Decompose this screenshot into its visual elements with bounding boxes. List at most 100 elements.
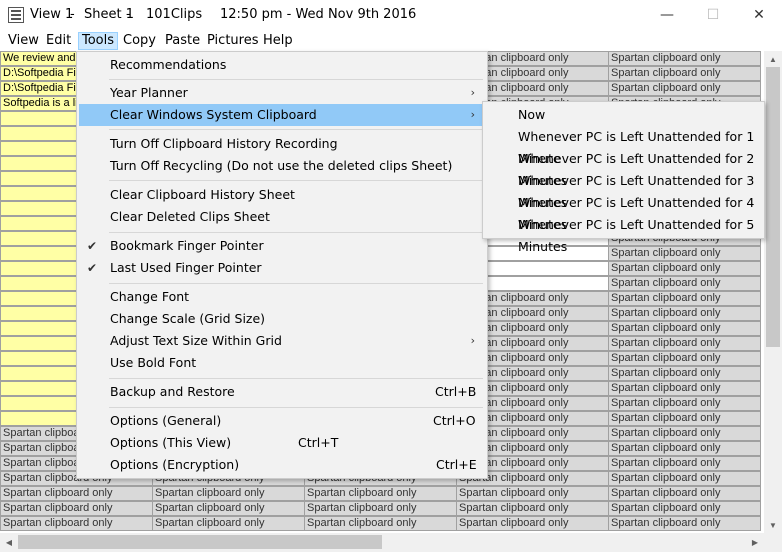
submenu-item-4-minutes[interactable]: Whenever PC is Left Unattended for 4 Min… (485, 192, 763, 232)
minimize-button[interactable]: — (644, 0, 690, 30)
menu-pictures[interactable]: Pictures (207, 32, 258, 50)
menu-view[interactable]: View (8, 32, 39, 50)
grid-cell[interactable]: Spartan clipboard only (608, 441, 761, 456)
menu-item-label: Last Used Finger Pointer (110, 260, 262, 275)
scroll-up-icon[interactable]: ▲ (765, 51, 781, 67)
grid-cell[interactable]: Spartan clipboard only (304, 501, 457, 516)
grid-cell[interactable]: Spartan clipboard only (608, 306, 761, 321)
submenu-item-3-minutes[interactable]: Whenever PC is Left Unattended for 3 Min… (485, 170, 763, 210)
grid-cell[interactable]: Spartan clipboard only (608, 291, 761, 306)
scroll-down-icon[interactable]: ▼ (765, 517, 781, 533)
grid-cell[interactable]: Spartan clipboard only (608, 381, 761, 396)
menu-item-bookmark-pointer[interactable]: ✔ Bookmark Finger Pointer (79, 235, 485, 257)
checkmark-icon: ✔ (87, 261, 98, 275)
menu-separator (109, 129, 483, 130)
grid-cell[interactable]: Spartan clipboard only (608, 336, 761, 351)
app-icon[interactable] (8, 7, 24, 23)
grid-cell[interactable]: Spartan clipboard only (608, 486, 761, 501)
menu-tools[interactable]: Tools (78, 32, 119, 50)
scroll-right-icon[interactable]: ▶ (747, 534, 763, 550)
menu-item-recommendations[interactable]: Recommendations (79, 54, 485, 76)
checkmark-icon: ✔ (87, 239, 98, 253)
app-name: 101Clips (146, 7, 203, 22)
grid-cell[interactable]: Spartan clipboard only (608, 276, 761, 291)
vertical-scrollbar[interactable]: ▲ ▼ (764, 51, 782, 533)
grid-cell[interactable]: Spartan clipboard only (608, 456, 761, 471)
menu-item-last-used-pointer[interactable]: ✔ Last Used Finger Pointer (79, 257, 485, 279)
shortcut-label: Ctrl+B (435, 384, 477, 399)
grid-cell[interactable]: Spartan clipboard only (608, 396, 761, 411)
menu-item-clear-clipboard[interactable]: Clear Windows System Clipboard › (79, 104, 485, 126)
grid-cell[interactable]: Spartan clipboard only (456, 516, 609, 531)
menu-item-clear-deleted-sheet[interactable]: Clear Deleted Clips Sheet (79, 206, 485, 228)
grid-cell[interactable]: Spartan clipboard only (152, 501, 305, 516)
menu-item-bold-font[interactable]: Use Bold Font (79, 352, 485, 374)
scroll-left-icon[interactable]: ◀ (1, 534, 17, 550)
menu-paste[interactable]: Paste (165, 32, 200, 50)
grid-cell[interactable]: Spartan clipboard only (608, 501, 761, 516)
grid-cell[interactable]: Spartan clipboard only (608, 246, 761, 261)
menu-separator (109, 232, 483, 233)
menu-item-adjust-text[interactable]: Adjust Text Size Within Grid › (79, 330, 485, 352)
grid-cell[interactable]: Spartan clipboard only (608, 81, 761, 96)
grid-cell[interactable]: Spartan clipboard only (304, 516, 457, 531)
menu-item-clear-history-sheet[interactable]: Clear Clipboard History Sheet (79, 184, 485, 206)
menu-item-label: Use Bold Font (110, 355, 197, 370)
menu-item-turn-off-history[interactable]: Turn Off Clipboard History Recording (79, 133, 485, 155)
submenu-item-1-minute[interactable]: Whenever PC is Left Unattended for 1 Min… (485, 126, 763, 166)
menu-separator (109, 407, 483, 408)
grid-cell[interactable]: Spartan clipboard only (608, 366, 761, 381)
maximize-button[interactable]: ☐ (690, 0, 736, 30)
menu-item-year-planner[interactable]: Year Planner › (79, 82, 485, 104)
chevron-right-icon: › (470, 108, 475, 121)
grid-cell[interactable]: Spartan clipboard only (608, 351, 761, 366)
grid-cell[interactable]: Spartan clipboard only (0, 486, 153, 501)
grid-cell[interactable]: Spartan clipboard only (456, 486, 609, 501)
menu-item-label: Year Planner (110, 85, 188, 100)
menu-item-turn-off-recycling[interactable]: Turn Off Recycling (Do not use the delet… (79, 155, 485, 177)
menu-separator (109, 79, 483, 80)
menu-item-change-font[interactable]: Change Font (79, 286, 485, 308)
grid-cell[interactable]: Spartan clipboard only (608, 66, 761, 81)
shortcut-label: Ctrl+O (433, 413, 476, 428)
menu-item-label: Turn Off Clipboard History Recording (110, 136, 338, 151)
menu-item-label: Adjust Text Size Within Grid (110, 333, 282, 348)
grid-cell[interactable]: Spartan clipboard only (152, 486, 305, 501)
grid-cell[interactable]: Spartan clipboard only (608, 411, 761, 426)
clear-clipboard-submenu: Now Whenever PC is Left Unattended for 1… (482, 101, 765, 254)
menu-item-label: Turn Off Recycling (Do not use the delet… (110, 158, 453, 173)
menu-help[interactable]: Help (263, 32, 293, 50)
menu-item-backup[interactable]: Backup and Restore Ctrl+B (79, 381, 485, 403)
submenu-item-2-minutes[interactable]: Whenever PC is Left Unattended for 2 Min… (485, 148, 763, 188)
grid-cell[interactable]: Spartan clipboard only (0, 516, 153, 531)
vertical-scroll-thumb[interactable] (766, 67, 780, 347)
menu-item-label: Recommendations (110, 57, 227, 72)
grid-cell[interactable]: Spartan clipboard only (456, 501, 609, 516)
menu-separator (109, 283, 483, 284)
horizontal-scrollbar[interactable]: ◀ ▶ (0, 533, 764, 552)
menu-item-change-scale[interactable]: Change Scale (Grid Size) (79, 308, 485, 330)
menu-copy[interactable]: Copy (123, 32, 156, 50)
grid-cell[interactable]: Spartan clipboard only (608, 426, 761, 441)
grid-cell[interactable]: Spartan clipboard only (152, 516, 305, 531)
grid-cell[interactable]: Spartan clipboard only (608, 471, 761, 486)
close-button[interactable]: ✕ (736, 0, 782, 30)
grid-cell[interactable]: Spartan clipboard only (608, 321, 761, 336)
submenu-item-now[interactable]: Now (485, 104, 763, 126)
chevron-right-icon: › (470, 334, 475, 347)
grid-cell[interactable]: Spartan clipboard only (608, 516, 761, 531)
grid-cell[interactable]: Spartan clipboard only (304, 486, 457, 501)
menu-item-options-general[interactable]: Options (General) Ctrl+O (79, 410, 485, 432)
grid-cell[interactable]: Spartan clipboard only (608, 261, 761, 276)
submenu-item-5-minutes[interactable]: Whenever PC is Left Unattended for 5 Min… (485, 214, 763, 254)
menu-item-label: Options (Encryption) (110, 457, 240, 472)
menu-item-options-view[interactable]: Options (This View) Ctrl+T (79, 432, 485, 454)
horizontal-scroll-thumb[interactable] (18, 535, 382, 549)
menu-item-label: Backup and Restore (110, 384, 235, 399)
menu-item-options-encryption[interactable]: Options (Encryption) Ctrl+E (79, 454, 485, 476)
menu-edit[interactable]: Edit (46, 32, 71, 50)
shortcut-label: Ctrl+E (436, 457, 477, 472)
grid-cell[interactable]: Spartan clipboard only (0, 501, 153, 516)
menu-separator (109, 180, 483, 181)
grid-cell[interactable]: Spartan clipboard only (608, 51, 761, 66)
